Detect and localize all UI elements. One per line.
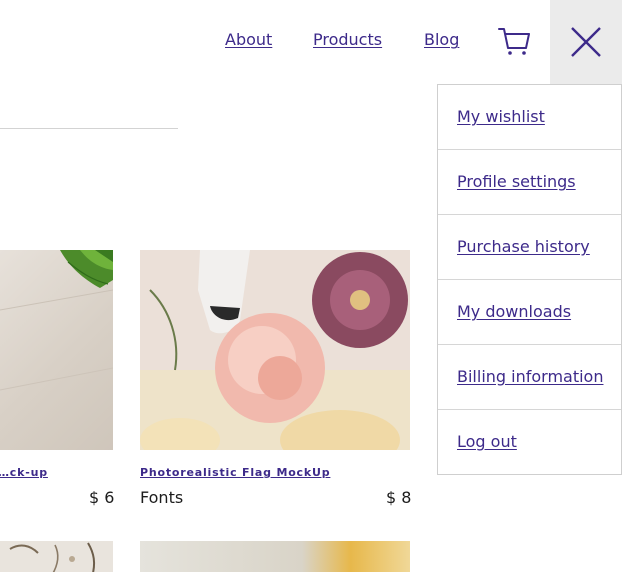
menu-item-log-out[interactable]: Log out [438,410,621,475]
product-image[interactable] [0,250,113,450]
product-title[interactable]: Photorealistic Flag MockUp [140,466,330,479]
nav-link-blog[interactable]: Blog [424,30,459,49]
close-icon [571,27,601,57]
menu-item-label: Profile settings [457,172,576,191]
product-price: $ 8 [386,488,412,507]
product-category: Fonts [140,488,184,507]
close-menu-button[interactable] [550,0,622,84]
menu-item-purchase-history[interactable]: Purchase history [438,215,621,280]
product-image[interactable] [140,541,410,572]
search-field-underline [0,128,178,129]
account-dropdown-menu: My wishlist Profile settings Purchase hi… [437,84,622,475]
product-image[interactable] [140,250,410,450]
menu-item-my-downloads[interactable]: My downloads [438,280,621,345]
nav-link-products[interactable]: Products [313,30,382,49]
top-nav: About Products Blog [0,0,622,84]
product-title[interactable]: …ck-up [0,466,48,479]
menu-item-label: Purchase history [457,237,590,256]
menu-item-profile-settings[interactable]: Profile settings [438,150,621,215]
menu-item-my-wishlist[interactable]: My wishlist [438,85,621,150]
menu-item-label: Billing information [457,367,604,386]
menu-item-label: My wishlist [457,107,545,126]
shopping-cart-icon[interactable] [496,24,532,58]
nav-link-about[interactable]: About [225,30,272,49]
menu-item-label: My downloads [457,302,572,321]
product-image[interactable] [0,541,113,572]
menu-item-billing-information[interactable]: Billing information [438,345,621,410]
menu-item-label: Log out [457,432,517,451]
product-price: $ 6 [89,488,115,507]
